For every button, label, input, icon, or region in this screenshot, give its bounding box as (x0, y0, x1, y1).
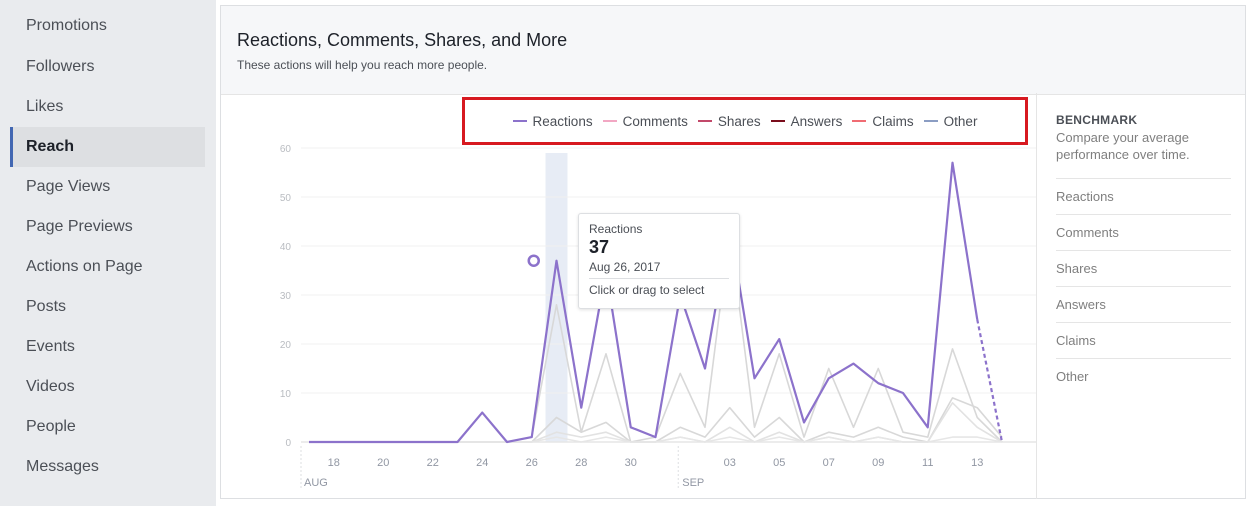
legend-label: Other (943, 113, 978, 129)
legend-label: Shares (717, 113, 761, 129)
x-tick-label: 30 (625, 457, 637, 469)
page-title: Reactions, Comments, Shares, and More (237, 30, 568, 50)
y-tick-label: 0 (285, 438, 291, 449)
x-tick-label: 24 (476, 457, 488, 469)
legend-item-comments[interactable]: Comments (602, 113, 688, 129)
tooltip-series: Reactions (589, 222, 643, 236)
sidebar-item-videos[interactable]: Videos (10, 367, 205, 407)
benchmark-item-reactions[interactable]: Reactions (1056, 178, 1231, 215)
page-subtitle: These actions will help you reach more p… (237, 58, 488, 72)
x-tick-label: 13 (971, 457, 983, 469)
legend-swatch-shares (697, 120, 712, 122)
y-tick-label: 20 (280, 340, 292, 351)
legend-swatch-comments (602, 120, 617, 122)
legend-label: Comments (622, 113, 688, 129)
benchmark-item-comments[interactable]: Comments (1056, 214, 1231, 251)
legend-item-claims[interactable]: Claims (852, 113, 914, 129)
legend-item-other[interactable]: Other (923, 113, 978, 129)
legend-label: Reactions (532, 113, 593, 129)
sidebar-item-likes[interactable]: Likes (10, 87, 205, 127)
benchmark-panel: BENCHMARK Compare your average performan… (1036, 93, 1246, 499)
x-tick-label: 28 (575, 457, 587, 469)
sidebar-item-events[interactable]: Events (10, 327, 205, 367)
month-label: AUG (304, 477, 328, 489)
tooltip-hint: Click or drag to select (589, 283, 705, 297)
highlight-point (527, 254, 540, 267)
legend-item-reactions[interactable]: Reactions (512, 113, 593, 129)
sidebar-item-posts[interactable]: Posts (10, 287, 205, 327)
sidebar-item-reach[interactable]: Reach (10, 127, 205, 167)
x-tick-label: 22 (427, 457, 439, 469)
x-tick-label: 11 (922, 457, 933, 469)
panel-header: Reactions, Comments, Shares, and More Th… (221, 6, 1245, 95)
sidebar-item-messages[interactable]: Messages (10, 447, 205, 487)
chart-tooltip: Reactions 37 Aug 26, 2017 Click or drag … (578, 213, 740, 309)
legend-item-answers[interactable]: Answers (770, 113, 843, 129)
y-tick-label: 50 (280, 193, 292, 204)
sidebar-item-page-previews[interactable]: Page Previews (10, 207, 205, 247)
legend-label: Answers (790, 113, 843, 129)
y-tick-label: 10 (280, 389, 292, 400)
month-label: SEP (682, 477, 704, 489)
chart-legend: Reactions Comments Shares Answers Claims… (462, 97, 1028, 145)
legend-swatch-answers (770, 120, 785, 122)
x-tick-label: 09 (872, 457, 884, 469)
sidebar-item-page-views[interactable]: Page Views (10, 167, 205, 207)
sidebar-item-actions-on-page[interactable]: Actions on Page (10, 247, 205, 287)
benchmark-item-other[interactable]: Other (1056, 358, 1231, 395)
legend-swatch-other (923, 120, 938, 122)
benchmark-item-claims[interactable]: Claims (1056, 322, 1231, 359)
sidebar-item-followers[interactable]: Followers (10, 47, 205, 87)
benchmark-description: Compare your average performance over ti… (1056, 130, 1190, 162)
benchmark-item-answers[interactable]: Answers (1056, 286, 1231, 323)
legend-item-shares[interactable]: Shares (697, 113, 761, 129)
legend-swatch-reactions (512, 120, 527, 122)
benchmark-title: BENCHMARK (1056, 113, 1138, 127)
sidebar-item-people[interactable]: People (10, 407, 205, 447)
legend-swatch-claims (852, 120, 867, 122)
x-tick-label: 18 (328, 457, 340, 469)
tooltip-value: 37 (589, 237, 610, 257)
highlight-band (545, 153, 568, 442)
x-tick-label: 26 (526, 457, 538, 469)
x-tick-label: 05 (773, 457, 785, 469)
y-tick-label: 30 (280, 291, 292, 302)
sidebar-item-promotions[interactable]: Promotions (10, 6, 205, 46)
y-tick-label: 40 (280, 242, 292, 253)
x-tick-label: 03 (724, 457, 736, 469)
x-tick-label: 07 (823, 457, 835, 469)
benchmark-item-shares[interactable]: Shares (1056, 250, 1231, 287)
y-tick-label: 60 (280, 144, 292, 155)
x-tick-label: 20 (377, 457, 389, 469)
sidebar-nav: Promotions Followers Likes Reach Page Vi… (0, 0, 216, 506)
legend-label: Claims (872, 113, 914, 129)
tooltip-date: Aug 26, 2017 (589, 260, 729, 279)
